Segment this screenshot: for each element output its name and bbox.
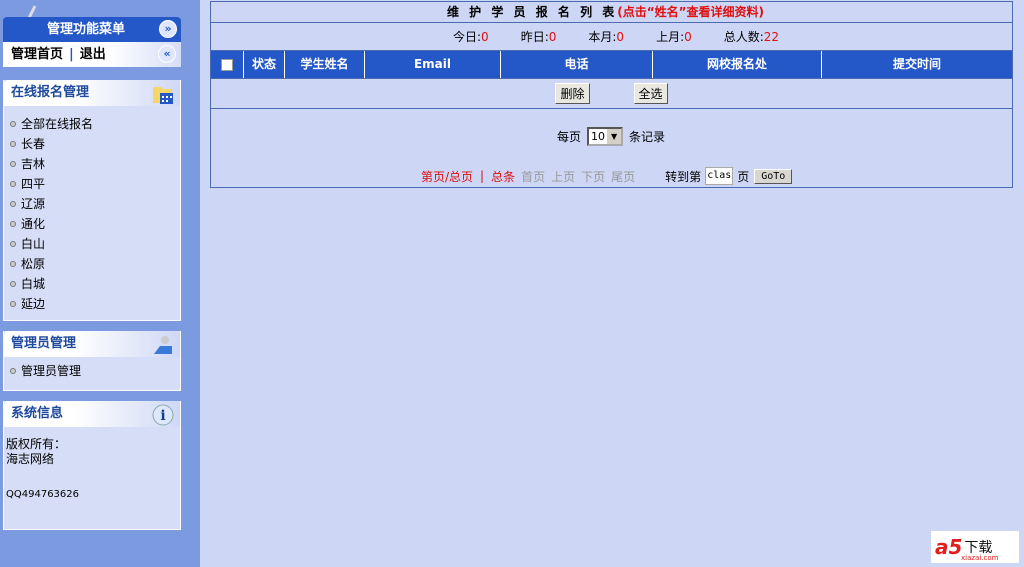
sidebar-item-region[interactable]: 白山 bbox=[10, 234, 180, 254]
total-count: 总条 bbox=[491, 169, 516, 184]
col-status[interactable]: 状态 bbox=[244, 51, 285, 78]
menu-header: 管理功能菜单 bbox=[3, 17, 181, 42]
select-all-checkbox[interactable] bbox=[221, 58, 233, 71]
col-submit-time[interactable]: 提交时间 bbox=[822, 51, 1012, 78]
svg-text:i: i bbox=[160, 408, 165, 424]
goto-label: 转到第 bbox=[665, 169, 702, 184]
page-unit: 页 bbox=[737, 169, 750, 184]
bullet-icon bbox=[10, 301, 16, 307]
bullet-icon bbox=[10, 241, 16, 247]
home-link[interactable]: 管理首页 bbox=[11, 47, 63, 62]
prev-page-link[interactable]: 上页 bbox=[551, 168, 575, 185]
goto-button[interactable]: GoTo bbox=[754, 168, 793, 184]
page-title: 维 护 学 员 报 名 列 表(点击“姓名”查看详细资料) bbox=[211, 2, 1012, 23]
stat-item: 昨日:0 bbox=[520, 30, 557, 44]
home-bar: 管理首页 | 退出 bbox=[3, 42, 181, 67]
bullet-icon bbox=[10, 281, 16, 287]
sidebar: 管理功能菜单 » 管理首页 | 退出 « 在线报名管理 全部在线报名 长春 吉林 四平 辽源… bbox=[0, 0, 200, 567]
action-row: 删除 全选 bbox=[211, 79, 1012, 109]
watermark-logo: a5 下载 xiazai.com bbox=[931, 531, 1019, 563]
goto-page-input[interactable]: clas bbox=[705, 167, 734, 185]
collapse-sidebar-icon[interactable]: « bbox=[158, 45, 176, 63]
stat-item: 总人数:22 bbox=[723, 30, 780, 44]
table-header: 状态 学生姓名 Email 电话 网校报名处 提交时间 bbox=[211, 51, 1012, 79]
logout-link[interactable]: 退出 bbox=[80, 47, 106, 62]
collapse-all-icon[interactable]: » bbox=[159, 20, 177, 38]
bullet-icon bbox=[10, 261, 16, 267]
delete-button[interactable]: 删除 bbox=[555, 83, 590, 104]
company-name: 海志网络 bbox=[6, 452, 55, 466]
page-info: 第页/总页 bbox=[421, 169, 474, 184]
admin-user-icon bbox=[154, 336, 172, 354]
panel-system-info: 系统信息 i 版权所有： 海志网络 QQ494763626 bbox=[3, 401, 181, 530]
bullet-icon bbox=[10, 121, 16, 127]
next-page-link[interactable]: 下页 bbox=[581, 168, 605, 185]
sidebar-item-region[interactable]: 通化 bbox=[10, 214, 180, 234]
copyright-label: 版权所有： bbox=[6, 437, 67, 451]
last-page-link[interactable]: 尾页 bbox=[611, 168, 635, 185]
col-phone[interactable]: 电话 bbox=[501, 51, 653, 78]
bullet-icon bbox=[10, 161, 16, 167]
pagination: 每页 10 ▼ 条记录 第页/总页 | 总条 首页 上页 下页 尾页 转到第 cl… bbox=[211, 109, 1012, 187]
sidebar-item-region[interactable]: 辽源 bbox=[10, 194, 180, 214]
select-all-button[interactable]: 全选 bbox=[633, 83, 668, 104]
bullet-icon bbox=[10, 201, 16, 207]
sidebar-item-region[interactable]: 四平 bbox=[10, 174, 180, 194]
sidebar-item-region[interactable]: 吉林 bbox=[10, 154, 180, 174]
stat-item: 本月:0 bbox=[588, 30, 625, 44]
chevron-down-icon: ▼ bbox=[607, 129, 622, 144]
bullet-icon bbox=[10, 221, 16, 227]
col-school[interactable]: 网校报名处 bbox=[653, 51, 822, 78]
first-page-link[interactable]: 首页 bbox=[521, 168, 545, 185]
col-name[interactable]: 学生姓名 bbox=[285, 51, 365, 78]
sidebar-item-region[interactable]: 长春 bbox=[10, 134, 180, 154]
stats-bar: 今日:0 昨日:0 本月:0 上月:0 总人数:22 bbox=[211, 23, 1012, 51]
bullet-icon bbox=[10, 368, 16, 374]
panel-admin: 管理员管理 管理员管理 bbox=[3, 331, 181, 391]
separator: | bbox=[480, 169, 485, 183]
sidebar-item-region[interactable]: 延边 bbox=[10, 294, 180, 314]
stat-item: 今日:0 bbox=[453, 30, 489, 44]
col-email[interactable]: Email bbox=[365, 51, 501, 78]
per-page-value: 10 bbox=[591, 130, 606, 143]
sidebar-item-region[interactable]: 全部在线报名 bbox=[10, 114, 180, 134]
enrollment-list: 维 护 学 员 报 名 列 表(点击“姓名”查看详细资料) 今日:0 昨日:0 本月… bbox=[210, 1, 1013, 188]
panel-title: 管理员管理 bbox=[11, 336, 77, 351]
panel-title: 在线报名管理 bbox=[11, 85, 90, 100]
qq-number: QQ494763626 bbox=[6, 489, 80, 500]
per-page-label: 每页 bbox=[557, 130, 582, 144]
per-page-select[interactable]: 10 ▼ bbox=[587, 127, 624, 146]
sidebar-item-region[interactable]: 松原 bbox=[10, 254, 180, 274]
bullet-icon bbox=[10, 181, 16, 187]
panel-enrollment: 在线报名管理 全部在线报名 长春 吉林 四平 辽源 通化 白山 松原 白城 延边 bbox=[3, 80, 181, 321]
calendar-folder-icon bbox=[153, 87, 173, 104]
sidebar-item-region[interactable]: 白城 bbox=[10, 274, 180, 294]
info-icon: i bbox=[152, 404, 174, 426]
bullet-icon bbox=[10, 141, 16, 147]
sidebar-item-admin[interactable]: 管理员管理 bbox=[10, 361, 180, 381]
watermark-domain: xiazai.com bbox=[961, 554, 999, 562]
records-label: 条记录 bbox=[629, 130, 666, 144]
title-hint: (点击“姓名”查看详细资料) bbox=[617, 5, 764, 19]
panel-title: 系统信息 bbox=[11, 406, 64, 421]
stat-item: 上月:0 bbox=[656, 30, 692, 44]
